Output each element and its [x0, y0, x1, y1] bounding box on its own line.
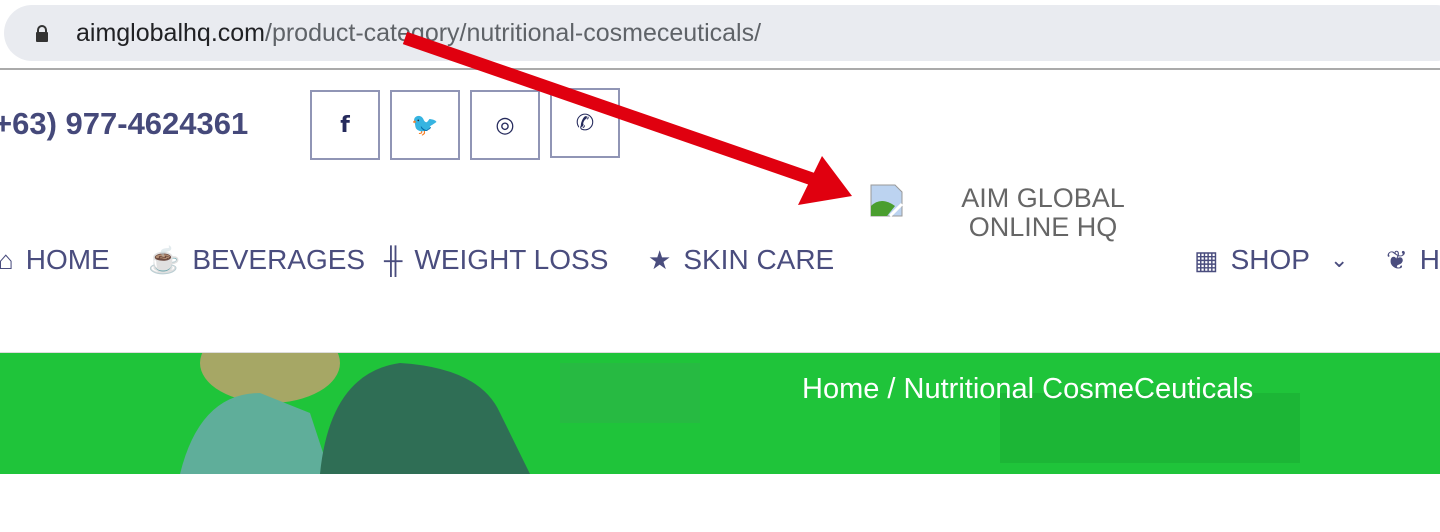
- facebook-button[interactable]: f: [310, 90, 380, 160]
- category-banner: Home / Nutritional CosmeCeuticals: [0, 353, 1440, 474]
- nav-label: SKIN CARE: [683, 244, 835, 275]
- nav-shop[interactable]: ▦ SHOP ⌄: [1194, 244, 1348, 276]
- nav-home[interactable]: ⌂ HOME: [0, 244, 110, 276]
- nav-health[interactable]: ❦ H: [1386, 244, 1440, 276]
- nav-label: BEVERAGES: [192, 244, 366, 275]
- whatsapp-icon: ✆: [575, 110, 595, 136]
- site-logo[interactable]: AIM GLOBAL ONLINE HQ: [870, 184, 1138, 242]
- url-text[interactable]: aimglobalhq.com/product-category/nutriti…: [76, 19, 761, 48]
- banner-photo: [180, 353, 1300, 474]
- nav-skin-care[interactable]: ★ SKIN CARE: [648, 244, 834, 276]
- nav-label: WEIGHT LOSS: [414, 244, 609, 275]
- phone-number: +63) 977-4624361: [0, 106, 249, 141]
- instagram-icon: ◎: [495, 112, 515, 138]
- star-icon: ★: [648, 244, 672, 275]
- address-bar[interactable]: aimglobalhq.com/product-category/nutriti…: [4, 5, 1440, 61]
- facebook-icon: f: [340, 112, 350, 138]
- nav-weight-loss[interactable]: ╫ WEIGHT LOSS: [384, 244, 608, 276]
- lock-icon: [36, 25, 48, 42]
- nav-label: HOME: [25, 244, 110, 275]
- nav-beverages[interactable]: ☕ BEVERAGES: [148, 244, 365, 276]
- dumbbell-icon: ╫: [384, 244, 403, 275]
- mug-icon: ☕: [148, 244, 181, 275]
- chevron-down-icon: ⌄: [1329, 247, 1349, 272]
- nav-label: H: [1419, 244, 1440, 275]
- divider: [0, 68, 1440, 70]
- leaf-icon: ❦: [1386, 244, 1408, 275]
- home-icon: ⌂: [0, 244, 14, 275]
- store-icon: ▦: [1194, 244, 1219, 275]
- twitter-button[interactable]: 🐦: [390, 90, 460, 160]
- whatsapp-button[interactable]: ✆: [550, 88, 620, 158]
- nav-label: SHOP: [1230, 244, 1310, 275]
- logo-alt-text: AIM GLOBAL ONLINE HQ: [961, 183, 1125, 242]
- broken-image-icon: [870, 184, 903, 217]
- instagram-button[interactable]: ◎: [470, 90, 540, 160]
- breadcrumb: Home / Nutritional CosmeCeuticals: [802, 373, 1254, 405]
- twitter-icon: 🐦: [411, 112, 439, 138]
